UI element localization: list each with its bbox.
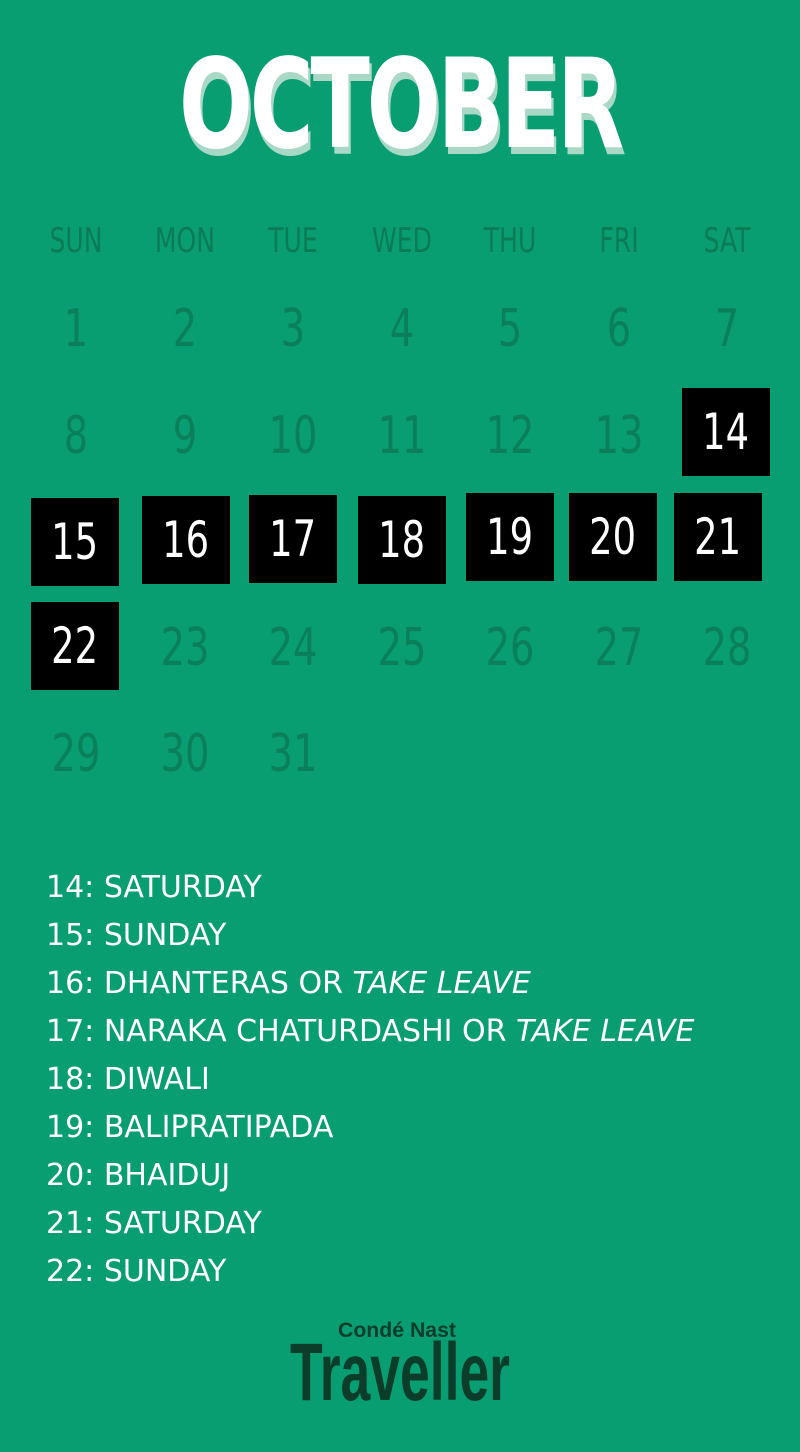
weekday-sun: SUN: [49, 221, 103, 261]
day-15-highlight: 15: [31, 498, 119, 586]
day-23: 23: [160, 618, 210, 678]
note-text: 15: SUNDAY: [46, 918, 227, 953]
note-19: 19: BALIPRATIPADA: [46, 1104, 694, 1152]
day-3: 3: [280, 299, 306, 359]
day-22-highlight: 22: [31, 602, 119, 690]
day-2: 2: [172, 299, 198, 359]
day-7: 7: [714, 299, 740, 359]
day-27: 27: [594, 618, 644, 678]
day-26: 26: [485, 618, 535, 678]
note-text: 21: SATURDAY: [46, 1206, 262, 1241]
day-29: 29: [51, 724, 101, 784]
day-17-highlight: 17: [249, 495, 337, 583]
note-17: 17: NARAKA CHATURDASHI OR TAKE LEAVE: [46, 1008, 694, 1056]
day-18-highlight: 18: [358, 496, 446, 584]
day-16: 16: [162, 511, 210, 569]
day-8: 8: [63, 406, 89, 466]
day-30: 30: [160, 724, 210, 784]
day-11: 11: [377, 406, 427, 466]
holiday-notes: 14: SATURDAY 15: SUNDAY 16: DHANTERAS OR…: [46, 864, 694, 1296]
note-text: 16: DHANTERAS OR: [46, 966, 353, 1001]
note-text: 20: BHAIDUJ: [46, 1158, 231, 1193]
day-12: 12: [485, 406, 535, 466]
weekday-sat: SAT: [703, 221, 751, 261]
day-18: 18: [378, 511, 426, 569]
day-20-highlight: 20: [569, 493, 657, 581]
day-6: 6: [606, 299, 632, 359]
note-16: 16: DHANTERAS OR TAKE LEAVE: [46, 960, 694, 1008]
day-4: 4: [389, 299, 415, 359]
day-20: 20: [589, 508, 637, 566]
day-21: 21: [694, 508, 742, 566]
note-22: 22: SUNDAY: [46, 1248, 694, 1296]
day-17: 17: [269, 510, 317, 568]
note-text: 14: SATURDAY: [46, 870, 262, 905]
note-text: 22: SUNDAY: [46, 1254, 227, 1289]
note-text: 19: BALIPRATIPADA: [46, 1110, 334, 1145]
conde-nast-traveller-logo: Condé Nast Traveller: [290, 1319, 510, 1404]
note-18: 18: DIWALI: [46, 1056, 694, 1104]
day-14-highlight: 14: [682, 388, 770, 476]
weekday-fri: FRI: [599, 221, 639, 261]
logo-line2: Traveller: [290, 1327, 510, 1404]
note-text: 17: NARAKA CHATURDASHI OR: [46, 1014, 517, 1049]
day-16-highlight: 16: [142, 496, 230, 584]
note-alt: TAKE LEAVE: [352, 966, 531, 1001]
day-19: 19: [486, 508, 534, 566]
day-31: 31: [268, 724, 318, 784]
weekday-thu: THU: [483, 221, 537, 261]
day-5: 5: [497, 299, 523, 359]
note-20: 20: BHAIDUJ: [46, 1152, 694, 1200]
day-14: 14: [702, 403, 750, 461]
weekday-tue: TUE: [268, 221, 318, 261]
note-text: 18: DIWALI: [46, 1062, 210, 1097]
note-alt: TAKE LEAVE: [516, 1014, 695, 1049]
weekday-wed: WED: [372, 221, 432, 261]
note-15: 15: SUNDAY: [46, 912, 694, 960]
day-9: 9: [172, 406, 198, 466]
note-14: 14: SATURDAY: [46, 864, 694, 912]
day-28: 28: [702, 618, 752, 678]
month-title: OCTOBER: [178, 33, 624, 177]
day-19-highlight: 19: [466, 493, 554, 581]
day-24: 24: [268, 618, 318, 678]
day-1: 1: [63, 299, 89, 359]
day-21-highlight: 21: [674, 493, 762, 581]
note-21: 21: SATURDAY: [46, 1200, 694, 1248]
day-13: 13: [594, 406, 644, 466]
day-10: 10: [268, 406, 318, 466]
day-15: 15: [51, 513, 99, 571]
day-25: 25: [377, 618, 427, 678]
weekday-mon: MON: [154, 221, 216, 261]
day-22: 22: [51, 617, 99, 675]
